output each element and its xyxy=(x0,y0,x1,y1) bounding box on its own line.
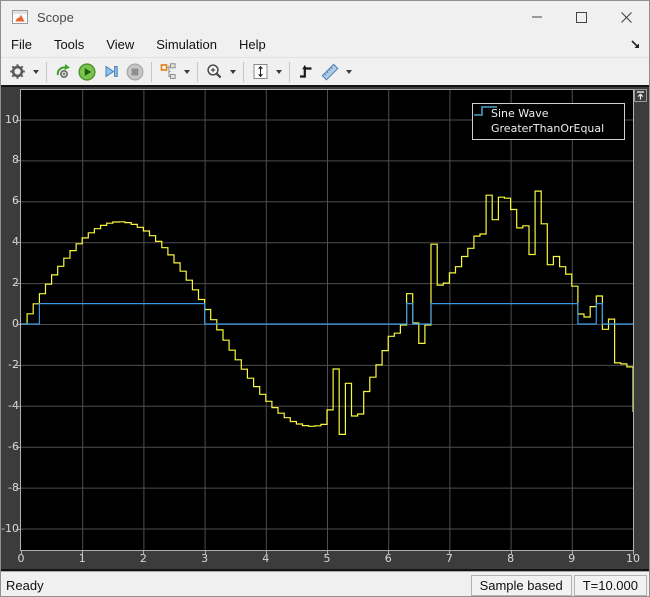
x-tick-mark xyxy=(82,551,83,555)
status-bar: Ready Sample based T=10.000 xyxy=(1,571,649,597)
simulink-snapshot-icon xyxy=(54,63,72,81)
menu-help[interactable]: Help xyxy=(228,33,277,57)
stop-button[interactable] xyxy=(123,60,147,84)
chevron-down-icon xyxy=(276,70,282,74)
zoom-icon xyxy=(206,63,223,80)
x-tick-mark xyxy=(572,551,573,555)
simulink-snapshot-button[interactable] xyxy=(51,60,75,84)
x-tick-mark xyxy=(327,551,328,555)
menu-tools[interactable]: Tools xyxy=(43,33,95,57)
y-tick-mark xyxy=(16,160,20,161)
legend-entry: Sine Wave xyxy=(479,106,624,121)
minimize-icon xyxy=(532,12,542,22)
chevron-down-icon xyxy=(33,70,39,74)
zoom-dropdown[interactable] xyxy=(226,60,239,84)
fit-to-view-icon xyxy=(252,63,269,80)
x-tick-mark xyxy=(143,551,144,555)
status-message: Ready xyxy=(6,578,471,593)
gear-icon xyxy=(9,63,26,80)
y-tick-mark xyxy=(16,201,20,202)
toolbar-separator xyxy=(197,62,198,82)
maximize-button[interactable] xyxy=(559,1,604,33)
x-tick-mark xyxy=(205,551,206,555)
y-tick-mark xyxy=(16,365,20,366)
toolbar-separator xyxy=(151,62,152,82)
legend-label: GreaterThanOrEqual xyxy=(491,122,604,135)
minimize-button[interactable] xyxy=(514,1,559,33)
window-title: Scope xyxy=(37,10,514,25)
sample-mode-indicator: Sample based xyxy=(471,575,572,596)
trigger-icon xyxy=(298,63,315,80)
simulation-time-indicator: T=10.000 xyxy=(574,575,647,596)
x-tick-mark xyxy=(21,551,22,555)
toolbar-separator xyxy=(243,62,244,82)
plot-svg xyxy=(21,90,633,550)
y-tick-mark xyxy=(16,120,20,121)
app-icon xyxy=(12,10,28,24)
y-tick-mark xyxy=(16,529,20,530)
signal-selector-icon xyxy=(160,63,177,80)
y-tick-mark xyxy=(16,406,20,407)
step-forward-icon xyxy=(103,63,120,80)
scope-window: Scope File Tools View Simulation xyxy=(0,0,650,597)
dock-arrow-icon xyxy=(629,38,641,50)
menu-bar: File Tools View Simulation Help xyxy=(1,33,649,57)
toolbar-separator xyxy=(46,62,47,82)
chevron-down-icon xyxy=(346,70,352,74)
menu-simulation[interactable]: Simulation xyxy=(145,33,228,57)
x-tick-mark xyxy=(388,551,389,555)
y-tick-mark xyxy=(16,488,20,489)
legend-entry: GreaterThanOrEqual xyxy=(479,121,624,136)
maximize-axes-icon xyxy=(635,90,646,101)
menu-file[interactable]: File xyxy=(1,33,43,57)
measurements-dropdown[interactable] xyxy=(342,60,355,84)
y-tick-mark xyxy=(16,447,20,448)
maximize-axes-button[interactable] xyxy=(634,89,647,102)
dock-button[interactable] xyxy=(627,36,643,52)
run-button[interactable] xyxy=(75,60,99,84)
run-icon xyxy=(78,63,96,81)
ruler-icon xyxy=(321,63,339,81)
toolbar xyxy=(1,57,649,85)
stop-icon xyxy=(126,63,144,81)
y-tick-mark xyxy=(16,242,20,243)
toolbar-separator xyxy=(289,62,290,82)
x-tick-mark xyxy=(266,551,267,555)
chevron-down-icon xyxy=(184,70,190,74)
legend[interactable]: Sine Wave GreaterThanOrEqual xyxy=(472,103,625,140)
step-forward-button[interactable] xyxy=(99,60,123,84)
maximize-icon xyxy=(576,12,587,23)
configuration-button[interactable] xyxy=(5,60,29,84)
trigger-button[interactable] xyxy=(294,60,318,84)
title-bar: Scope xyxy=(1,1,649,33)
legend-label: Sine Wave xyxy=(491,107,548,120)
x-tick-mark xyxy=(511,551,512,555)
x-tick-mark xyxy=(449,551,450,555)
signal-selector-button[interactable] xyxy=(156,60,180,84)
fit-to-view-dropdown[interactable] xyxy=(272,60,285,84)
plot-region: Sine WaveGreaterThanOrEqual 012345678910… xyxy=(1,85,649,571)
signal-selector-dropdown[interactable] xyxy=(180,60,193,84)
zoom-button[interactable] xyxy=(202,60,226,84)
menu-view[interactable]: View xyxy=(95,33,145,57)
x-tick-mark xyxy=(633,551,634,555)
close-icon xyxy=(621,12,632,23)
chevron-down-icon xyxy=(230,70,236,74)
plot-axes[interactable]: Sine Wave GreaterThanOrEqual xyxy=(20,89,634,551)
y-tick-mark xyxy=(16,283,20,284)
close-button[interactable] xyxy=(604,1,649,33)
fit-to-view-button[interactable] xyxy=(248,60,272,84)
legend-stair-glyph xyxy=(473,104,499,117)
measurements-button[interactable] xyxy=(318,60,342,84)
y-tick-mark xyxy=(16,324,20,325)
configuration-dropdown[interactable] xyxy=(29,60,42,84)
